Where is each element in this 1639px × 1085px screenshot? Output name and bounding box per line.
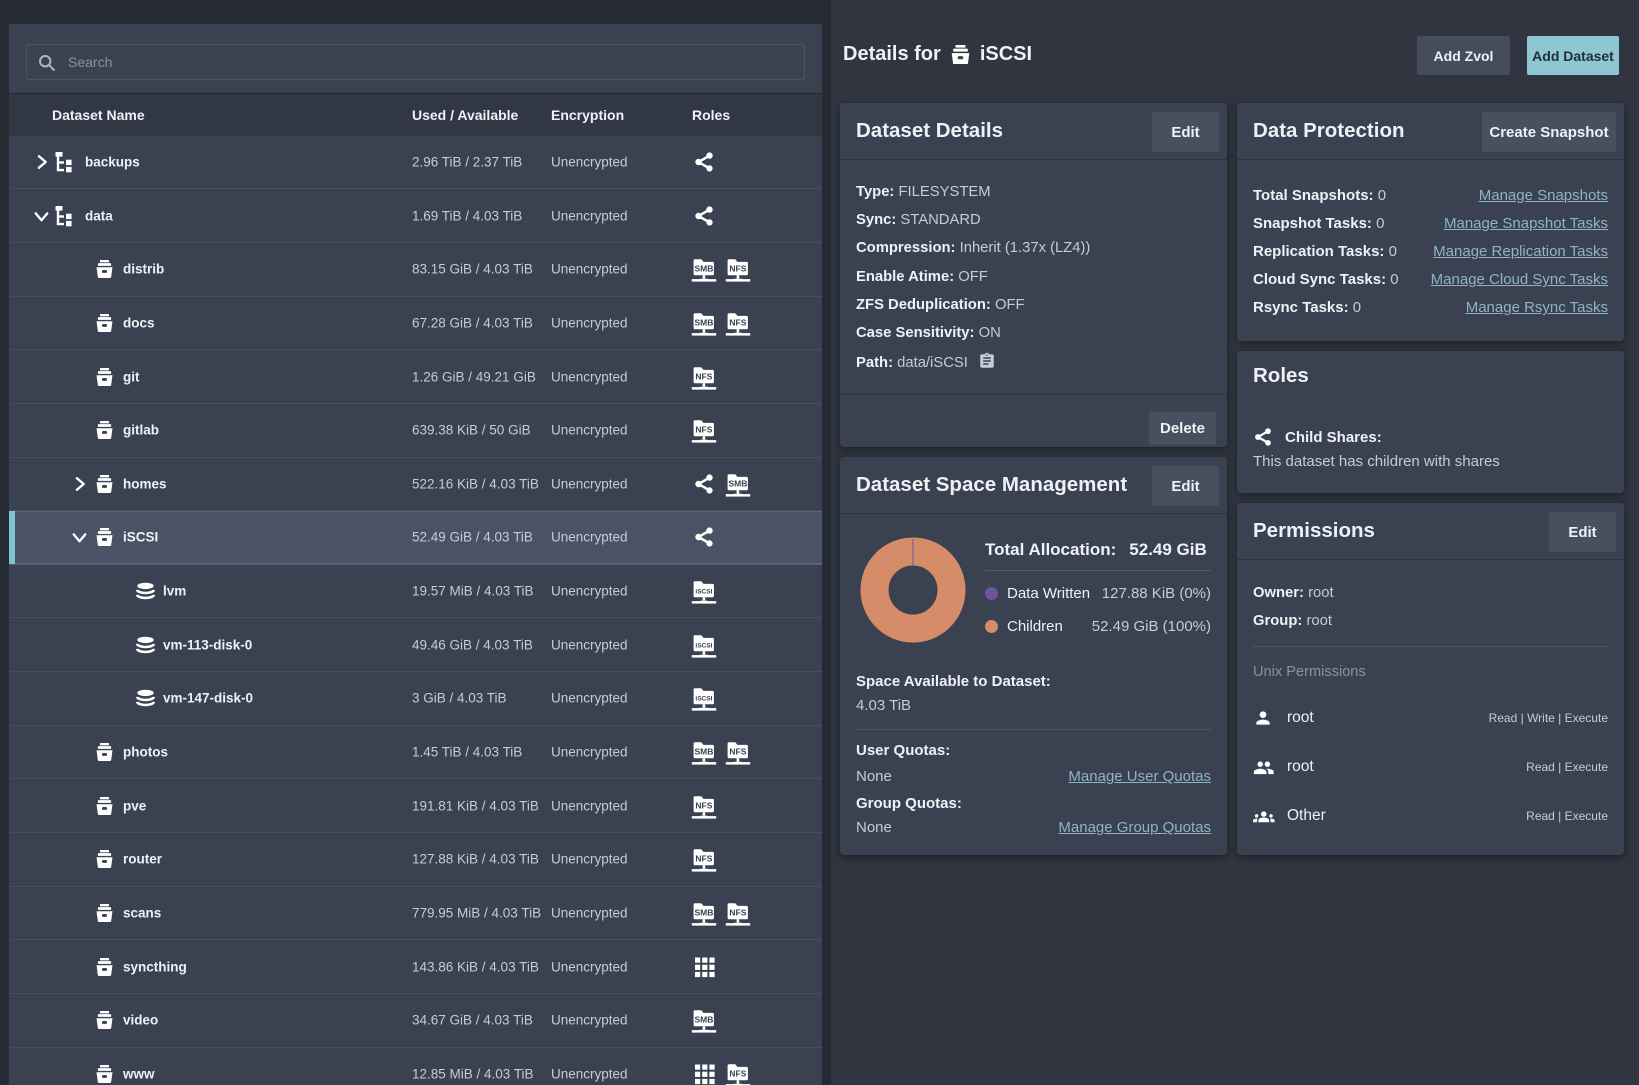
svg-text:SMB: SMB xyxy=(694,747,713,757)
svg-text:SMB: SMB xyxy=(694,264,713,274)
svg-text:NFS: NFS xyxy=(729,317,746,327)
svg-text:SMB: SMB xyxy=(728,478,747,488)
svg-text:NFS: NFS xyxy=(729,1069,746,1079)
svg-text:SMB: SMB xyxy=(694,1015,713,1025)
svg-text:NFS: NFS xyxy=(695,854,712,864)
svg-text:iSCSI: iSCSI xyxy=(695,696,712,703)
svg-text:NFS: NFS xyxy=(695,800,712,810)
svg-text:SMB: SMB xyxy=(694,908,713,918)
svg-text:iSCSI: iSCSI xyxy=(695,642,712,649)
svg-text:NFS: NFS xyxy=(729,908,746,918)
svg-text:NFS: NFS xyxy=(695,425,712,435)
svg-text:SMB: SMB xyxy=(694,317,713,327)
svg-text:NFS: NFS xyxy=(695,371,712,381)
svg-text:NFS: NFS xyxy=(729,264,746,274)
svg-text:NFS: NFS xyxy=(729,747,746,757)
svg-text:iSCSI: iSCSI xyxy=(695,589,712,596)
